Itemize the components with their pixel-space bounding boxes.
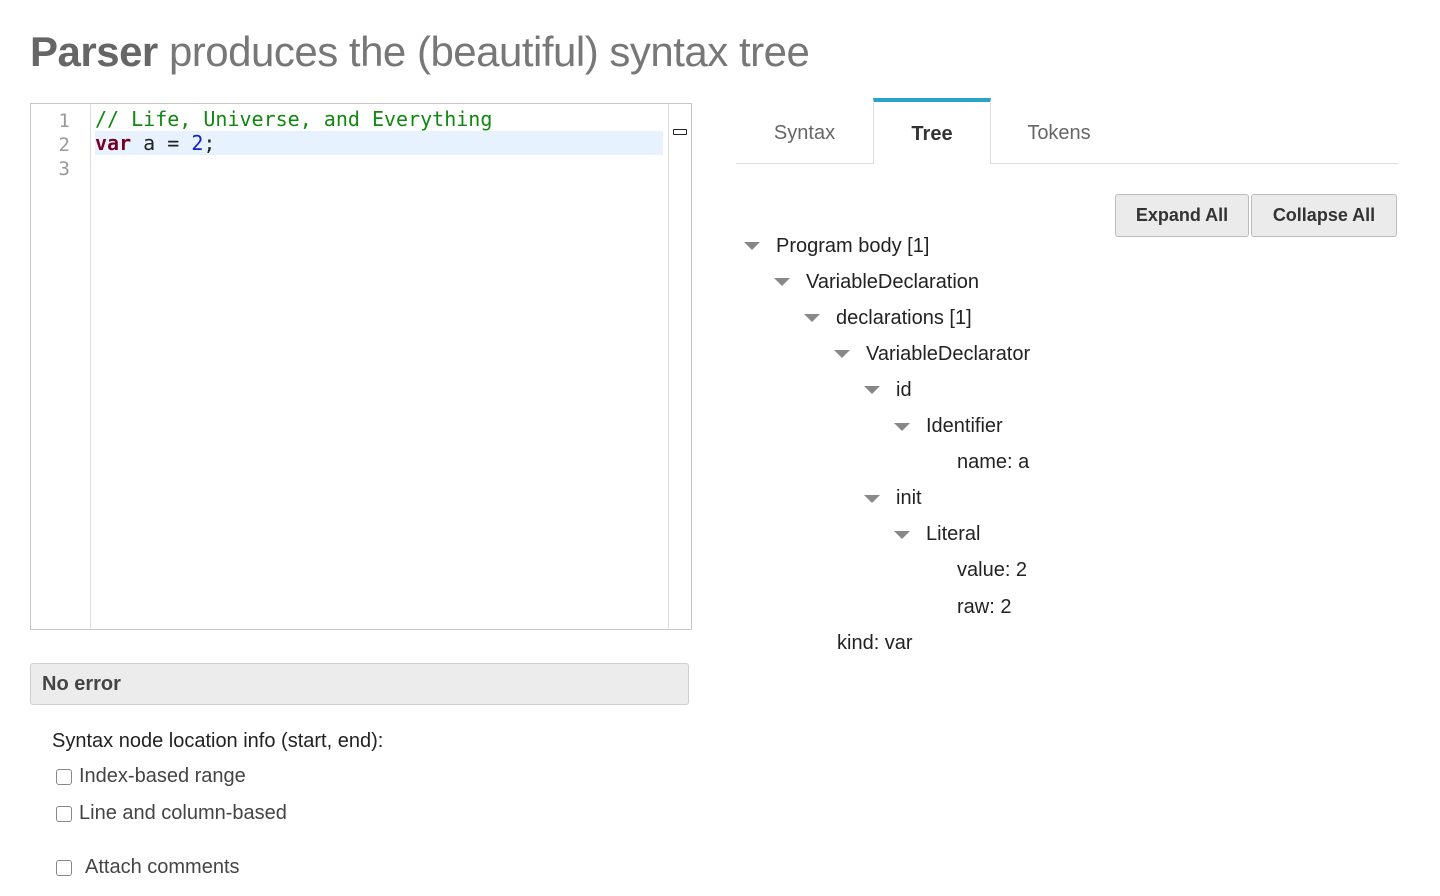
page-title-rest: produces the (beautiful) syntax tree [168,28,810,75]
tree-node[interactable]: Identifier [894,412,1003,442]
tree-node-label: Literal [926,523,981,546]
attach-comments-checkbox[interactable] [56,859,72,876]
line-number: 3 [58,158,70,180]
tree-node-label: value: 2 [957,559,1028,582]
tree-node[interactable]: init [864,484,922,514]
caret-down-icon[interactable] [864,386,880,395]
code-text: ; [203,131,216,155]
code-keyword: var [95,131,132,155]
tree-node-label: kind: var [837,631,913,654]
code-text-area[interactable]: // Life, Universe, and Everything var a … [91,104,667,629]
collapse-all-button[interactable]: Collapse All [1251,194,1397,237]
code-number: 2 [191,131,204,155]
caret-down-icon[interactable] [834,350,850,359]
line-column-checkbox[interactable] [56,805,72,822]
result-tabs: Syntax Tree Tokens [736,98,1398,164]
expand-all-button[interactable]: Expand All [1115,194,1249,237]
code-text: a = [131,131,192,155]
attach-comments-option[interactable]: Attach comments [56,856,240,879]
tree-node-label: name: a [957,451,1030,474]
line-number: 1 [58,110,70,132]
tree-node-label: id [896,378,912,401]
tab-tokens[interactable]: Tokens [991,98,1127,162]
code-line-1[interactable]: // Life, Universe, and Everything [95,107,667,131]
tree-node-label: raw: 2 [957,595,1012,618]
index-range-label: Index-based range [79,765,246,787]
line-column-option[interactable]: Line and column-based [56,802,287,825]
tree-leaf: kind: var [837,628,913,658]
line-number-gutter: 1 2 3 [31,104,91,629]
tree-node-label: init [896,487,922,510]
caret-down-icon[interactable] [894,422,910,431]
tree-node-label: Program body [1] [776,234,930,257]
caret-down-icon[interactable] [894,530,910,539]
tree-node[interactable]: Literal [894,520,980,550]
tree-leaf: raw: 2 [957,592,1011,622]
page-title: Parser produces the (beautiful) syntax t… [30,24,810,80]
code-comment: // Life, Universe, and Everything [95,107,493,131]
status-bar: No error [30,663,689,705]
index-range-checkbox[interactable] [56,768,72,785]
page-title-strong: Parser [30,28,158,75]
tab-syntax[interactable]: Syntax [736,98,873,162]
scrollbar-thumb[interactable] [673,129,687,135]
code-editor[interactable]: 1 2 3 // Life, Universe, and Everything … [30,103,692,630]
tree-node[interactable]: VariableDeclaration [774,267,979,297]
tree-node[interactable]: Program body [1] [744,231,929,261]
tree-node[interactable]: VariableDeclarator [834,339,1030,369]
tree-node-label: VariableDeclarator [866,342,1031,365]
attach-comments-label: Attach comments [85,856,240,878]
tree-node-label: VariableDeclaration [806,270,980,293]
tree-node[interactable]: declarations [1] [804,303,972,333]
line-column-label: Line and column-based [79,802,287,824]
tree-leaf: value: 2 [957,556,1027,586]
caret-down-icon[interactable] [864,494,880,503]
editor-scrollbar[interactable] [668,104,691,629]
caret-down-icon[interactable] [774,278,790,287]
line-number: 2 [58,134,70,156]
code-line-2-active[interactable]: var a = 2; [95,131,663,155]
tree-node-label: declarations [1] [836,306,972,329]
index-range-option[interactable]: Index-based range [56,765,246,788]
tab-tree[interactable]: Tree [873,98,991,164]
caret-down-icon[interactable] [744,242,760,250]
tree-node-label: Identifier [926,415,1003,437]
tree-node[interactable]: id [864,375,912,405]
tree-leaf: name: a [957,448,1029,478]
location-info-label: Syntax node location info (start, end): [52,730,384,752]
caret-down-icon[interactable] [804,314,820,323]
